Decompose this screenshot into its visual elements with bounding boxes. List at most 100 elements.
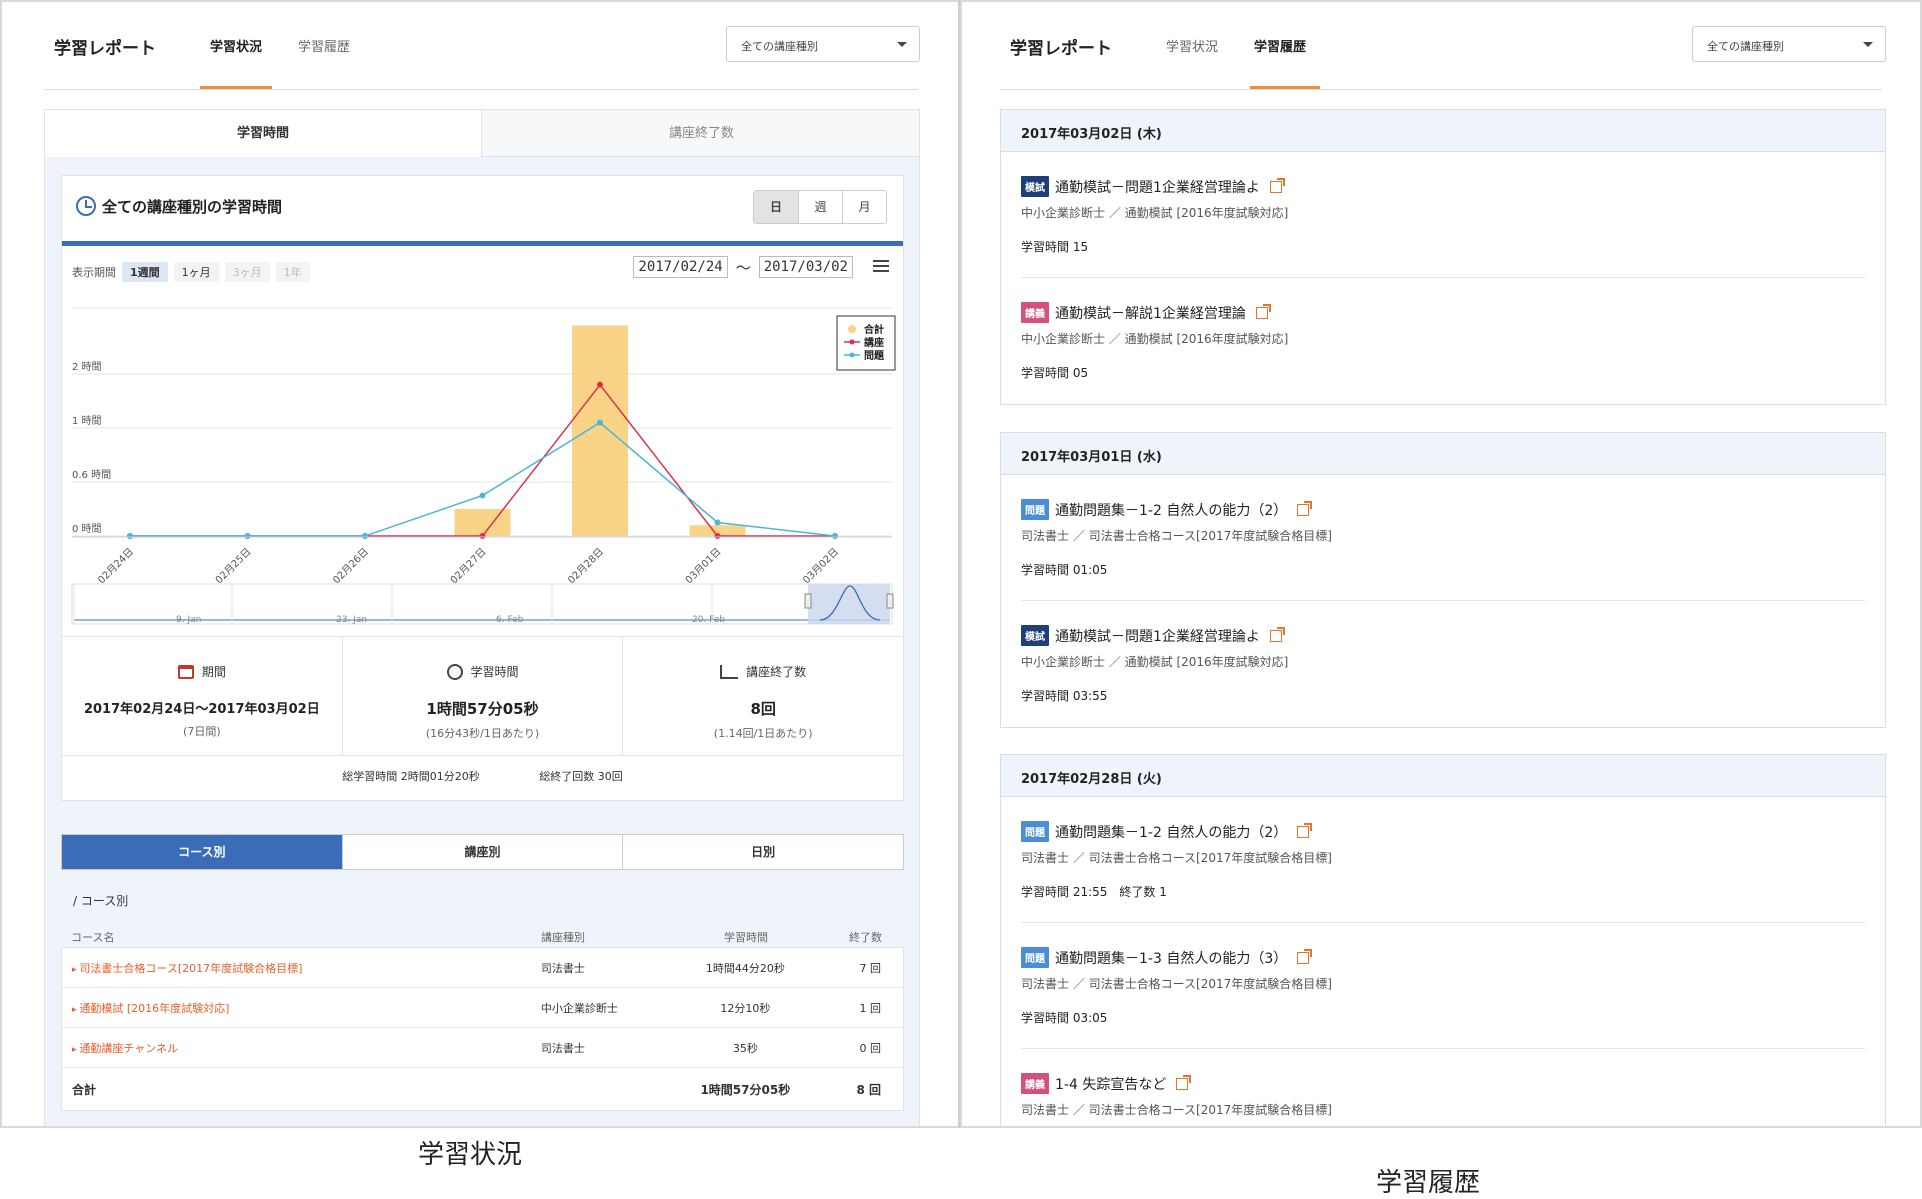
month-button[interactable]: 月 bbox=[842, 191, 886, 223]
stat-time: 学習時間 1時間57分05秒 (16分43秒/1日あたり) bbox=[341, 637, 623, 755]
history-entry: 講義 通勤模試－解説1企業経営理論 中小企業診断士 ／ 通勤模試 [2016年度試験… bbox=[1021, 278, 1865, 404]
stat-time-label: 学習時間 bbox=[470, 665, 519, 679]
caption-study-history: 学習履歴 bbox=[1376, 1168, 1481, 1198]
hamburger-menu-icon[interactable] bbox=[873, 260, 889, 272]
external-link-icon[interactable] bbox=[1297, 822, 1313, 838]
data-point bbox=[479, 492, 486, 499]
external-link-icon[interactable] bbox=[1269, 177, 1285, 193]
navigator-selection bbox=[808, 584, 890, 624]
external-link-icon[interactable] bbox=[1255, 303, 1271, 319]
y-tick-label: 2 時間 bbox=[72, 361, 102, 373]
date-range: 2017/02/24 〜 2017/03/02 bbox=[633, 256, 853, 278]
history-entry: 問題 通勤問題集－1-2 自然人の能力（2） 司法書士 ／ 司法書士合格コース[20… bbox=[1021, 475, 1865, 601]
course-link[interactable]: 通勤模試 [2016年度試験対応] bbox=[62, 1000, 541, 1016]
day-button[interactable]: 日 bbox=[754, 191, 798, 223]
x-tick-label: 02月27日 bbox=[448, 546, 489, 587]
tab-by-lecture[interactable]: 講座別 bbox=[341, 835, 623, 869]
active-tab-indicator bbox=[1250, 86, 1320, 89]
navigator-label: 9. Jan bbox=[176, 615, 201, 625]
x-tick-label: 02月24日 bbox=[95, 546, 136, 587]
day-date: 2017年03月01日 (水) bbox=[1001, 433, 1885, 475]
course-type-select[interactable]: 全ての講座種別 bbox=[726, 26, 920, 62]
clock-icon bbox=[76, 196, 96, 216]
day-card: 2017年03月01日 (水) 問題 通勤問題集－1-2 自然人の能力（2） 司法書士… bbox=[1000, 432, 1886, 728]
entry-title-link[interactable]: 通勤問題集－1-2 自然人の能力（2） bbox=[1055, 822, 1287, 842]
cell-count: 7 回 bbox=[859, 961, 881, 975]
navigator-label: 20. Feb bbox=[692, 615, 725, 625]
stat-period-label: 期間 bbox=[201, 665, 226, 679]
legend-marker bbox=[849, 352, 855, 358]
date-from-input[interactable]: 2017/02/24 bbox=[633, 256, 728, 278]
course-link[interactable]: 司法書士合格コース[2017年度試験合格目標] bbox=[62, 960, 541, 976]
granularity-toggle: 日 週 月 bbox=[753, 190, 887, 224]
x-tick-label: 03月01日 bbox=[683, 546, 724, 587]
stat-count-value: 8回 bbox=[750, 700, 776, 718]
tab-study-status[interactable]: 学習状況 bbox=[1166, 36, 1218, 55]
external-link-icon[interactable] bbox=[1297, 500, 1313, 516]
data-point bbox=[597, 419, 603, 426]
date-separator: 〜 bbox=[735, 258, 751, 277]
total-count: 総終了回数 30回 bbox=[539, 770, 623, 783]
entry-title-link[interactable]: 通勤模試－解説1企業経営理論 bbox=[1055, 303, 1246, 323]
history-entry: 模試 通勤模試－問題1企業経営理論よ 中小企業診断士 ／ 通勤模試 [2016年度試… bbox=[1021, 601, 1865, 727]
caption-study-status: 学習状況 bbox=[418, 1140, 523, 1170]
entry-title-row: 問題 通勤問題集－1-2 自然人の能力（2） bbox=[1021, 821, 1313, 842]
breadcrumb: / コース別 bbox=[73, 894, 129, 908]
course-link[interactable]: 通勤講座チャンネル bbox=[62, 1040, 541, 1056]
entry-badge: 講義 bbox=[1021, 302, 1049, 323]
table-row: 司法書士合格コース[2017年度試験合格目標] 司法書士 1時間44分20秒 7… bbox=[62, 948, 903, 988]
history-entry: 講義 1-4 失踪宣告など司法書士 ／ 司法書士合格コース[2017年度試験合格目… bbox=[1021, 1049, 1865, 1126]
content-area: 全ての講座種別の学習時間 日 週 月 表示期間 1週間 1ヶ月 3ヶ月 1年 2… bbox=[44, 157, 920, 1126]
entry-course: 司法書士 ／ 司法書士合格コース[2017年度試験合格目標] bbox=[1021, 851, 1332, 865]
week-button[interactable]: 週 bbox=[798, 191, 842, 223]
entry-course: 中小企業診断士 ／ 通勤模試 [2016年度試験対応] bbox=[1021, 655, 1289, 669]
table-header: コース名 講座種別 学習時間 終了数 bbox=[61, 927, 904, 947]
entry-course: 司法書士 ／ 司法書士合格コース[2017年度試験合格目標] bbox=[1021, 529, 1332, 543]
day-card: 2017年02月28日 (火) 問題 通勤問題集－1-2 自然人の能力（2） 司法書士… bbox=[1000, 754, 1886, 1126]
data-point bbox=[362, 533, 368, 539]
col-type: 講座種別 bbox=[541, 931, 585, 944]
external-link-icon[interactable] bbox=[1297, 948, 1313, 964]
external-link-icon[interactable] bbox=[1269, 626, 1285, 642]
tab-completed-count[interactable]: 講座終了数 bbox=[483, 110, 920, 157]
entry-title-link[interactable]: 1-4 失踪宣告など bbox=[1055, 1074, 1166, 1094]
x-tick-label: 02月28日 bbox=[565, 546, 606, 587]
cell-time: 1時間44分20秒 bbox=[705, 961, 785, 975]
tab-study-time[interactable]: 学習時間 bbox=[45, 110, 482, 157]
external-link-icon[interactable] bbox=[1176, 1074, 1192, 1090]
tab-study-status[interactable]: 学習状況 bbox=[210, 36, 262, 55]
course-type-select[interactable]: 全ての講座種別 bbox=[1692, 26, 1886, 62]
stat-time-sub: (16分43秒/1日あたり) bbox=[425, 727, 540, 740]
period-1year[interactable]: 1年 bbox=[275, 262, 310, 282]
entry-title-link[interactable]: 通勤問題集－1-2 自然人の能力（2） bbox=[1055, 500, 1287, 520]
navigator-label: 23. Jan bbox=[336, 615, 367, 625]
entry-badge: 問題 bbox=[1021, 499, 1049, 520]
entry-course: 司法書士 ／ 司法書士合格コース[2017年度試験合格目標] bbox=[1021, 1103, 1332, 1117]
stat-time-value: 1時間57分05秒 bbox=[426, 700, 539, 718]
entry-title-link[interactable]: 通勤模試－問題1企業経営理論よ bbox=[1055, 626, 1260, 646]
entry-title-link[interactable]: 通勤問題集－1-3 自然人の能力（3） bbox=[1055, 948, 1287, 968]
period-1week[interactable]: 1週間 bbox=[122, 262, 168, 282]
tab-by-day[interactable]: 日別 bbox=[622, 835, 904, 869]
entry-title-link[interactable]: 通勤模試－問題1企業経営理論よ bbox=[1055, 177, 1260, 197]
entry-badge: 問題 bbox=[1021, 821, 1049, 842]
cell-count: 1 回 bbox=[859, 1001, 881, 1015]
table-body: 司法書士合格コース[2017年度試験合格目標] 司法書士 1時間44分20秒 7… bbox=[61, 947, 904, 1111]
date-to-input[interactable]: 2017/03/02 bbox=[758, 256, 853, 278]
cell-time: 35秒 bbox=[732, 1041, 758, 1055]
cell-time: 12分10秒 bbox=[720, 1001, 771, 1015]
data-point bbox=[714, 533, 721, 539]
period-1month[interactable]: 1ヶ月 bbox=[173, 262, 219, 282]
entry-title-row: 講義 通勤模試－解説1企業経営理論 bbox=[1021, 302, 1271, 323]
x-tick-label: 02月26日 bbox=[330, 546, 371, 587]
entry-title-row: 問題 通勤問題集－1-2 自然人の能力（2） bbox=[1021, 499, 1313, 520]
x-tick-label: 03月02日 bbox=[800, 546, 841, 587]
tab-by-course[interactable]: コース別 bbox=[62, 835, 342, 869]
tab-study-history[interactable]: 学習履歴 bbox=[298, 36, 350, 55]
tab-study-history[interactable]: 学習履歴 bbox=[1254, 36, 1306, 55]
chart-card: 全ての講座種別の学習時間 日 週 月 表示期間 1週間 1ヶ月 3ヶ月 1年 2… bbox=[61, 175, 904, 801]
entry-course: 司法書士 ／ 司法書士合格コース[2017年度試験合格目標] bbox=[1021, 977, 1332, 991]
stat-period-value: 2017年02月24日〜2017年03月02日 bbox=[83, 702, 320, 717]
entry-badge: 講義 bbox=[1021, 1073, 1049, 1094]
period-3months[interactable]: 3ヶ月 bbox=[224, 262, 270, 282]
